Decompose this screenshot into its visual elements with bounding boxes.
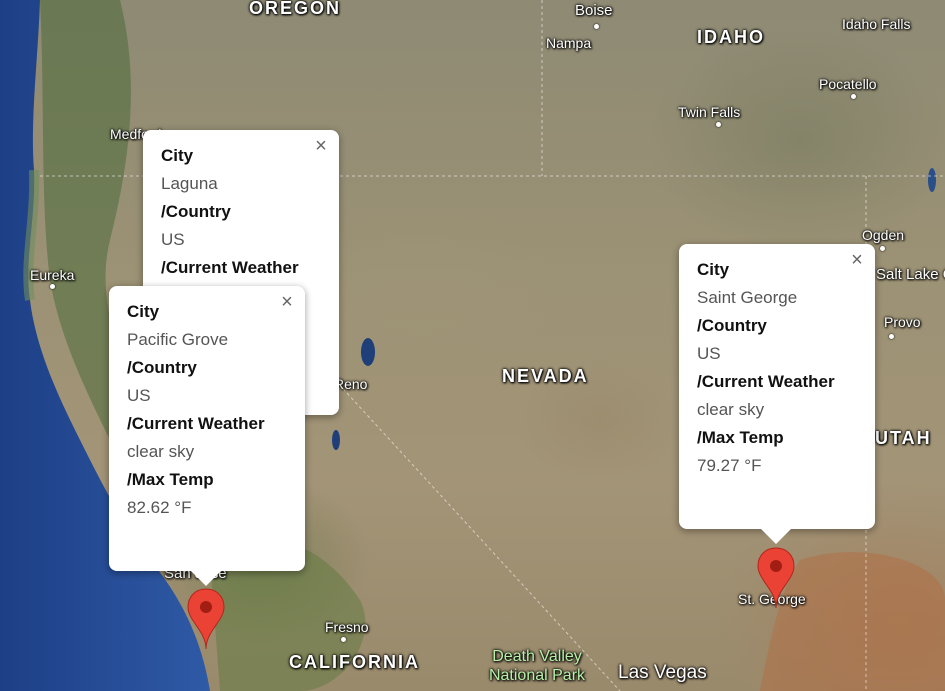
close-icon[interactable]: × (845, 248, 869, 272)
weather-value: clear sky (697, 400, 765, 419)
state-label-california: CALIFORNIA (289, 652, 420, 672)
city-label-fresno: Fresno (325, 619, 369, 635)
city-label-nampa: Nampa (546, 35, 592, 51)
city-label-idaho-falls: Idaho Falls (842, 16, 911, 32)
city-dot (341, 637, 346, 642)
temp-label: /Max Temp (127, 470, 214, 489)
country-label: /Country (127, 358, 197, 377)
city-dot (851, 94, 856, 99)
temp-label: /Max Temp (697, 428, 784, 447)
city-label-las-vegas: Las Vegas (618, 662, 707, 683)
map-canvas[interactable]: OREGON IDAHO NEVADA UTAH CALIFORNIA Bois… (0, 0, 945, 691)
weather-value: clear sky (127, 442, 195, 461)
weather-label: /Current Weather (161, 258, 299, 277)
state-label-nevada: NEVADA (502, 366, 589, 386)
city-label-twin-falls: Twin Falls (678, 104, 741, 120)
city-label: City (127, 302, 160, 321)
info-window-tail (760, 528, 792, 544)
city-label-boise: Boise (575, 2, 613, 19)
state-label-oregon: OREGON (249, 0, 342, 18)
close-icon[interactable]: × (275, 290, 299, 314)
city-value: Laguna (161, 174, 218, 193)
city-dot (716, 122, 721, 127)
park-label-death-valley: Death Valley National Park (488, 648, 586, 684)
city-dot (880, 246, 885, 251)
state-label-idaho: IDAHO (697, 27, 765, 47)
city-label-salt-lake-city: Salt Lake City (876, 266, 945, 283)
info-window-tail (190, 570, 222, 586)
temp-value: 82.62 °F (127, 498, 192, 517)
country-value: US (127, 386, 151, 405)
country-value: US (697, 344, 721, 363)
city-label: City (697, 260, 730, 279)
city-value: Pacific Grove (127, 330, 229, 349)
state-label-utah: UTAH (875, 428, 932, 448)
temp-value: 79.27 °F (697, 456, 762, 475)
city-dot (889, 334, 894, 339)
close-icon[interactable]: × (309, 134, 333, 158)
city-value: Saint George (697, 288, 798, 307)
country-label: /Country (161, 202, 231, 221)
map-pin-icon[interactable] (186, 587, 226, 651)
city-label-pocatello: Pocatello (819, 76, 877, 92)
city-label-provo: Provo (884, 314, 921, 330)
city-label: City (161, 146, 194, 165)
weather-label: /Current Weather (697, 372, 835, 391)
info-window-pacific-grove: × City Pacific Grove /Country US /Curren… (109, 286, 305, 571)
map-pin-icon[interactable] (756, 546, 796, 610)
weather-label: /Current Weather (127, 414, 265, 433)
country-label: /Country (697, 316, 767, 335)
info-window-saint-george: × City Saint George /Country US /Current… (679, 244, 875, 529)
country-value: US (161, 230, 185, 249)
city-dot (594, 24, 599, 29)
city-label-eureka: Eureka (30, 267, 75, 283)
city-label-ogden: Ogden (862, 227, 905, 243)
city-dot (50, 284, 55, 289)
city-label-reno: Reno (334, 376, 368, 392)
